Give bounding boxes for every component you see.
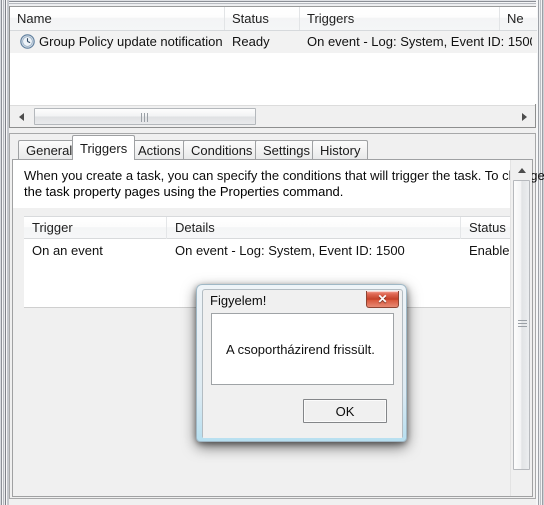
tab-history[interactable]: History	[312, 140, 369, 160]
scroll-right-button[interactable]	[515, 106, 533, 127]
dialog-message-text: A csoportházirend frissült.	[226, 342, 375, 357]
grip-icon	[141, 113, 150, 122]
triggers-description-line2: the task property pages using the Proper…	[24, 184, 344, 199]
tab-bar: General Triggers Actions Conditions Sett…	[10, 134, 535, 160]
tab-actions[interactable]: Actions	[130, 140, 189, 160]
triangle-up-icon	[517, 167, 526, 173]
grid-column-header-details[interactable]: Details	[167, 217, 461, 239]
cell-trigger-type: On an event	[32, 243, 103, 258]
tab-triggers[interactable]: Triggers	[72, 135, 136, 160]
dialog-message-area: A csoportházirend frissült.	[211, 313, 394, 385]
table-row[interactable]: On an event On event - Log: System, Even…	[24, 239, 510, 263]
triangle-right-icon	[521, 112, 527, 121]
cell-trigger-details: On event - Log: System, Event ID: 1500	[175, 243, 405, 258]
task-list-pane: Name Status Triggers Ne Group Policy upd…	[9, 6, 537, 128]
ok-button[interactable]: OK	[303, 399, 387, 423]
close-icon[interactable]: ✕	[366, 291, 399, 308]
horizontal-scrollbar[interactable]	[10, 105, 535, 127]
dialog-titlebar[interactable]: Figyelem! ✕	[203, 290, 402, 312]
triggers-grid-header: Trigger Details Status	[24, 216, 510, 239]
column-header-triggers[interactable]: Triggers	[300, 7, 500, 30]
scroll-up-button[interactable]	[511, 161, 532, 179]
dialog-title: Figyelem!	[210, 293, 267, 308]
vertical-scrollbar[interactable]	[510, 160, 532, 496]
dialog-client-area: Figyelem! ✕ A csoportházirend frissült. …	[202, 289, 403, 438]
task-scheduler-window: Name Status Triggers Ne Group Policy upd…	[0, 0, 544, 505]
window-frame-right	[536, 0, 544, 505]
vertical-scrollbar-thumb[interactable]	[513, 180, 530, 470]
grip-icon	[518, 320, 527, 329]
triggers-description-line1: When you create a task, you can specify …	[24, 168, 544, 183]
tab-conditions[interactable]: Conditions	[183, 140, 261, 160]
task-list-body: Group Policy update notification Ready O…	[10, 31, 537, 104]
warning-dialog: Figyelem! ✕ A csoportházirend frissült. …	[196, 284, 407, 442]
cell-trigger-status: Enabled	[469, 243, 510, 258]
grid-column-header-trigger[interactable]: Trigger	[24, 217, 167, 239]
dialog-button-row: OK	[203, 386, 402, 438]
column-header-next-run-time[interactable]: Ne	[500, 7, 536, 30]
triangle-left-icon	[18, 112, 24, 121]
column-header-status[interactable]: Status	[225, 7, 300, 30]
tab-general[interactable]: General	[18, 140, 81, 160]
grid-column-header-status[interactable]: Status	[461, 217, 510, 239]
cell-task-name: Group Policy update notification	[39, 34, 223, 49]
window-frame-left	[0, 0, 9, 505]
cell-task-status: Ready	[232, 34, 270, 49]
triggers-description-box: When you create a task, you can specify …	[13, 160, 544, 208]
clock-icon	[20, 34, 35, 49]
horizontal-scrollbar-thumb[interactable]	[34, 108, 256, 125]
tab-settings[interactable]: Settings	[255, 140, 318, 160]
cell-task-triggers: On event - Log: System, Event ID: 1500	[307, 34, 532, 49]
task-list-header: Name Status Triggers Ne	[10, 7, 537, 31]
table-row[interactable]: Group Policy update notification Ready O…	[10, 31, 537, 53]
close-icon-glyph: ✕	[377, 292, 388, 306]
scroll-left-button[interactable]	[12, 106, 30, 127]
column-header-name[interactable]: Name	[10, 7, 225, 30]
